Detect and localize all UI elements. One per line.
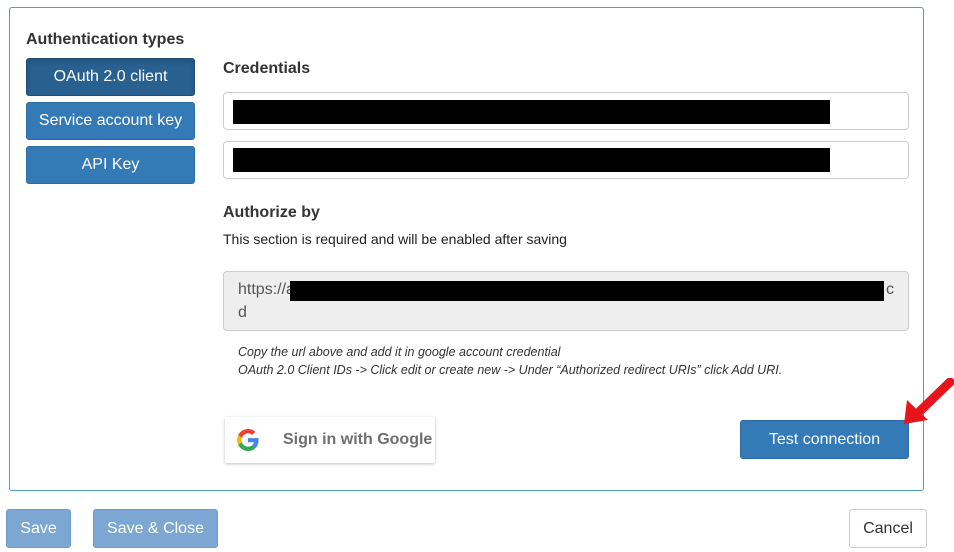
- redirect-url-tail: c: [886, 281, 894, 298]
- redacted-client-secret: [233, 148, 830, 172]
- redirect-url-field: https://a c d: [223, 271, 909, 331]
- authorize-by-title: Authorize by: [223, 204, 320, 221]
- redirect-url-prefix: https://a: [238, 281, 295, 298]
- cancel-button[interactable]: Cancel: [849, 509, 927, 548]
- redirect-note-line1: Copy the url above and add it in google …: [238, 345, 561, 359]
- redirect-url-line2: d: [238, 304, 247, 321]
- redirect-note-line2: OAuth 2.0 Client IDs -> Click edit or cr…: [238, 363, 783, 377]
- client-id-input[interactable]: [223, 92, 909, 130]
- save-close-button[interactable]: Save & Close: [93, 509, 218, 548]
- auth-type-service-account-key[interactable]: Service account key: [26, 102, 195, 140]
- auth-type-api-key[interactable]: API Key: [26, 146, 195, 184]
- test-connection-button[interactable]: Test connection: [740, 420, 909, 459]
- client-secret-input[interactable]: [223, 141, 909, 179]
- save-button[interactable]: Save: [6, 509, 71, 548]
- settings-page: Authentication types OAuth 2.0 client Se…: [0, 0, 954, 552]
- credentials-title: Credentials: [223, 60, 311, 77]
- google-sign-in-label: Sign in with Google: [283, 431, 433, 448]
- redacted-redirect-url: [290, 281, 884, 301]
- auth-types-title: Authentication types: [26, 31, 185, 48]
- google-sign-in-button[interactable]: Sign in with Google: [225, 417, 435, 463]
- google-g-icon: [237, 429, 259, 451]
- auth-type-oauth-client[interactable]: OAuth 2.0 client: [26, 58, 195, 96]
- redacted-client-id: [233, 100, 830, 124]
- annotation-arrow-icon: [904, 378, 954, 424]
- authorize-helper-text: This section is required and will be ena…: [223, 231, 567, 247]
